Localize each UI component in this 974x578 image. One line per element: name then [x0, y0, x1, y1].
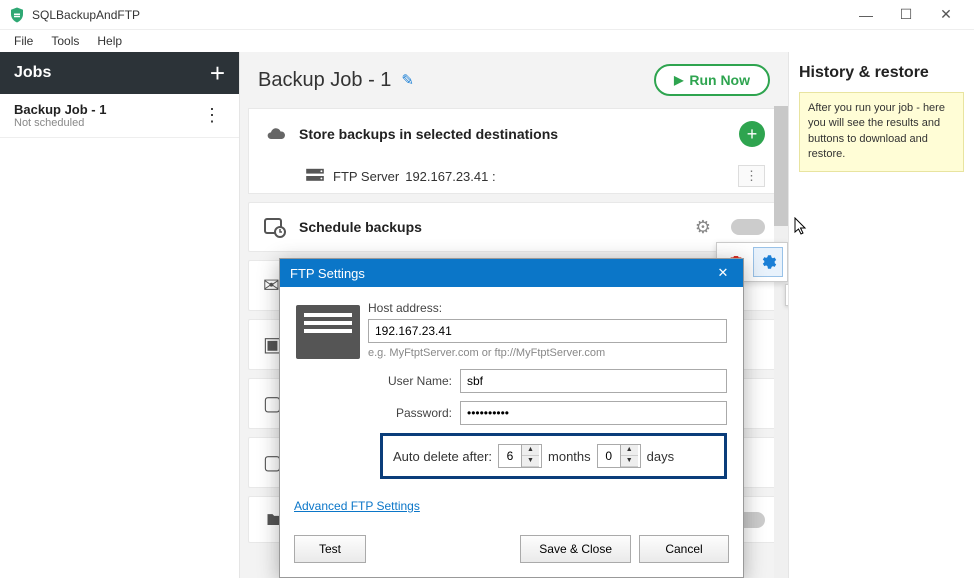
ftp-diagram-icon — [296, 305, 360, 359]
dialog-titlebar: FTP Settings ✕ — [280, 259, 743, 287]
cloud-icon — [263, 124, 287, 144]
months-input[interactable] — [499, 445, 521, 467]
dialog-body: Host address: e.g. MyFtptServer.com or f… — [280, 287, 743, 489]
ftp-server-icon — [305, 168, 325, 184]
host-label: Host address: — [368, 301, 442, 315]
autodel-label: Auto delete after: — [393, 449, 492, 464]
run-now-button[interactable]: Run Now — [654, 64, 770, 96]
months-label: months — [548, 449, 591, 464]
days-input[interactable] — [598, 445, 620, 467]
maximize-button[interactable]: ☐ — [886, 1, 926, 29]
job-name: Backup Job - 1 — [14, 102, 199, 117]
password-label: Password: — [380, 406, 452, 420]
sidebar: Jobs + Backup Job - 1 Not scheduled ⋮ — [0, 52, 240, 578]
schedule-card: Schedule backups ⚙ — [248, 202, 780, 252]
store-backups-card: Store backups in selected destinations +… — [248, 108, 780, 194]
dialog-buttons: Test Save & Close Cancel — [280, 527, 743, 577]
content-scrollbar[interactable] — [774, 106, 788, 578]
app-title: SQLBackupAndFTP — [32, 8, 846, 22]
schedule-toggle[interactable] — [731, 219, 765, 235]
job-menu-button[interactable]: ⋮ — [199, 105, 225, 126]
dialog-title: FTP Settings — [290, 266, 365, 281]
auto-delete-row: Auto delete after: ▲▼ months ▲▼ days — [380, 433, 727, 479]
days-up[interactable]: ▲ — [621, 445, 638, 456]
menubar: File Tools Help — [0, 30, 974, 52]
ftp-row-menu[interactable]: ⋮ — [738, 165, 765, 187]
dialog-form: Host address: e.g. MyFtptServer.com or f… — [380, 301, 727, 479]
months-spinner[interactable]: ▲▼ — [498, 444, 542, 468]
close-button[interactable]: ✕ — [926, 1, 966, 29]
jobs-header-label: Jobs — [14, 64, 51, 82]
configure-tooltip: Configure FTP Server destination — [785, 284, 788, 306]
edit-title-icon[interactable]: ✎ — [401, 71, 414, 89]
schedule-gear-icon[interactable]: ⚙ — [695, 217, 711, 238]
calendar-clock-icon — [263, 215, 287, 239]
test-button[interactable]: Test — [294, 535, 366, 563]
menu-file[interactable]: File — [6, 32, 41, 50]
schedule-title: Schedule backups — [299, 219, 422, 235]
menu-tools[interactable]: Tools — [43, 32, 87, 50]
save-close-button[interactable]: Save & Close — [520, 535, 631, 563]
ftp-label: FTP Server — [333, 169, 399, 184]
ftp-settings-dialog: FTP Settings ✕ Host address: e.g. MyFtpt… — [279, 258, 744, 578]
store-title: Store backups in selected destinations — [299, 126, 558, 142]
jobs-header: Jobs + — [0, 52, 239, 94]
cancel-button[interactable]: Cancel — [639, 535, 729, 563]
ftp-destination-row: FTP Server 192.167.23.41 : ⋮ — [249, 159, 779, 193]
host-input[interactable] — [368, 319, 727, 343]
job-item-text: Backup Job - 1 Not scheduled — [14, 102, 199, 129]
app-logo-icon — [8, 6, 26, 24]
username-label: User Name: — [380, 374, 452, 388]
job-item[interactable]: Backup Job - 1 Not scheduled ⋮ — [0, 94, 239, 138]
history-note: After you run your job - here you will s… — [799, 92, 964, 172]
host-hint: e.g. MyFtptServer.com or ftp://MyFtptSer… — [368, 347, 727, 359]
advanced-ftp-link[interactable]: Advanced FTP Settings — [294, 499, 420, 513]
days-down[interactable]: ▼ — [621, 456, 638, 467]
days-label: days — [647, 449, 674, 464]
content-header: Backup Job - 1 ✎ Run Now — [248, 64, 780, 96]
job-subtitle: Not scheduled — [14, 117, 199, 129]
months-up[interactable]: ▲ — [522, 445, 539, 456]
page-title: Backup Job - 1 — [258, 69, 391, 92]
add-job-button[interactable]: + — [210, 58, 225, 89]
titlebar: SQLBackupAndFTP — ☐ ✕ — [0, 0, 974, 30]
configure-destination-button[interactable] — [753, 247, 783, 277]
menu-help[interactable]: Help — [89, 32, 130, 50]
days-spinner[interactable]: ▲▼ — [597, 444, 641, 468]
history-title: History & restore — [799, 64, 964, 82]
ftp-address: 192.167.23.41 : — [405, 169, 495, 184]
username-input[interactable] — [460, 369, 727, 393]
minimize-button[interactable]: — — [846, 1, 886, 29]
add-destination-button[interactable]: + — [739, 121, 765, 147]
months-down[interactable]: ▼ — [522, 456, 539, 467]
window-controls: — ☐ ✕ — [846, 1, 966, 29]
dialog-close-button[interactable]: ✕ — [713, 265, 733, 281]
right-panel: History & restore After you run your job… — [788, 52, 974, 578]
password-input[interactable] — [460, 401, 727, 425]
